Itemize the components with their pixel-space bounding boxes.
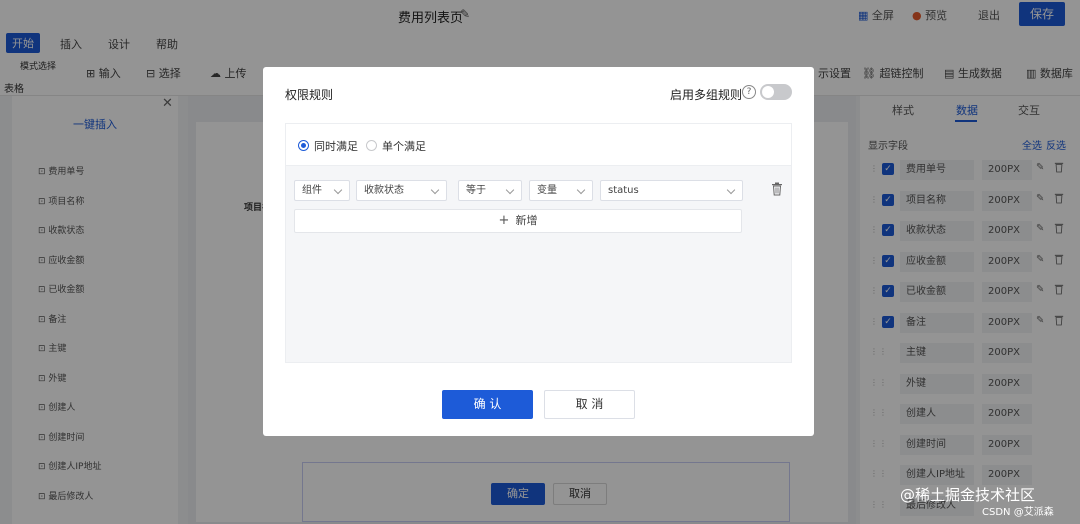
- chevron-down-icon: [430, 185, 440, 195]
- rule-operator-select[interactable]: 等于: [458, 180, 522, 201]
- toggle-knob: [762, 86, 774, 98]
- watermark: @稀土掘金技术社区: [900, 486, 1036, 504]
- add-rule-button[interactable]: + 新增: [294, 209, 742, 233]
- dialog-title: 权限规则: [285, 88, 334, 102]
- chevron-down-icon: [576, 185, 586, 195]
- radio-match-any-label[interactable]: 单个满足: [382, 138, 426, 154]
- chevron-down-icon: [726, 185, 736, 195]
- rule-field-select[interactable]: 收款状态: [356, 180, 447, 201]
- chevron-down-icon: [505, 185, 515, 195]
- watermark-sub: CSDN @艾派森: [982, 507, 1054, 518]
- rule-value-type-select[interactable]: 变量: [529, 180, 593, 201]
- permission-rules-dialog: 权限规则 启用多组规则 ? 同时满足 单个满足 组件 收款状态 等于 变量 st…: [263, 67, 814, 436]
- multi-group-label: 启用多组规则: [670, 88, 743, 102]
- help-icon[interactable]: ?: [742, 85, 756, 99]
- confirm-button[interactable]: 确 认: [442, 390, 533, 419]
- chevron-down-icon: [333, 185, 343, 195]
- rule-value-select[interactable]: status: [600, 180, 743, 201]
- rule-type-select[interactable]: 组件: [294, 180, 350, 201]
- delete-rule-icon[interactable]: [771, 182, 783, 196]
- cancel-button[interactable]: 取 消: [544, 390, 635, 419]
- radio-match-all[interactable]: [298, 140, 309, 151]
- plus-icon: +: [498, 213, 510, 228]
- rule-group: 同时满足 单个满足 组件 收款状态 等于 变量 status + 新增: [285, 123, 792, 363]
- multi-group-toggle[interactable]: [760, 84, 792, 100]
- radio-match-any[interactable]: [366, 140, 377, 151]
- match-mode-row: 同时满足 单个满足: [286, 124, 791, 166]
- radio-match-all-label[interactable]: 同时满足: [314, 138, 358, 154]
